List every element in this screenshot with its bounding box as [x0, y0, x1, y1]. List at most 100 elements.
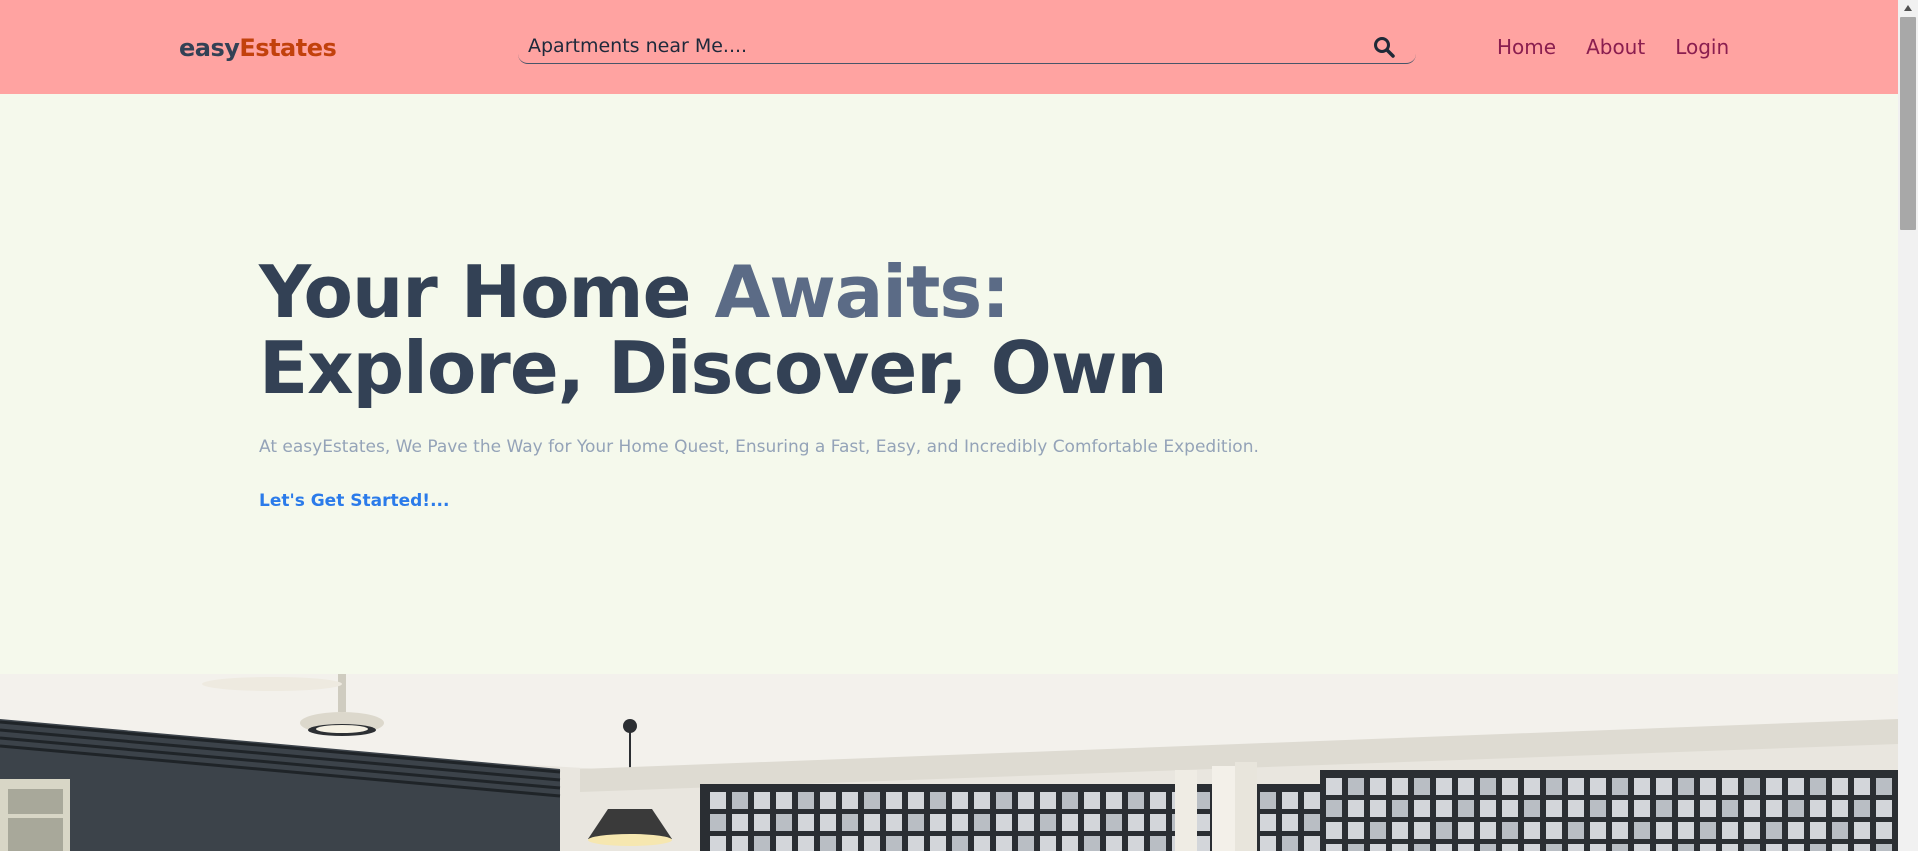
- window-pane: [1766, 778, 1782, 795]
- window-pane: [1744, 822, 1760, 839]
- window-pane: [1634, 822, 1650, 839]
- scroll-up-arrow-icon[interactable]: [1898, 0, 1918, 16]
- window-pane: [1854, 778, 1870, 795]
- window-pane: [1260, 792, 1276, 809]
- window-pane: [1392, 822, 1408, 839]
- window-pane: [1480, 822, 1496, 839]
- window-pane: [1568, 778, 1584, 795]
- window-pane: [754, 792, 770, 809]
- hero-title-part1: Your Home: [259, 250, 715, 334]
- window-pane: [1480, 778, 1496, 795]
- search-input[interactable]: [528, 32, 1348, 60]
- window-pane: [930, 792, 946, 809]
- search-button[interactable]: [1370, 33, 1398, 61]
- window-pane: [1106, 836, 1122, 851]
- window-pane: [1018, 792, 1034, 809]
- window-pane: [1150, 814, 1166, 831]
- hero-section: Your Home Awaits: Explore, Discover, Own…: [0, 94, 1898, 674]
- window-pane: [1568, 844, 1584, 851]
- window-pane: [1326, 800, 1342, 817]
- window-pane: [1260, 836, 1276, 851]
- window-pane: [1282, 792, 1298, 809]
- window-pane: [1524, 822, 1540, 839]
- get-started-link[interactable]: Let's Get Started!...: [259, 491, 449, 511]
- main-area: easyEstates Home About Login Your Home: [0, 0, 1898, 851]
- window-pane: [1018, 814, 1034, 831]
- window-pane: [1722, 778, 1738, 795]
- nav-link-home[interactable]: Home: [1497, 34, 1556, 60]
- window-pane: [1348, 822, 1364, 839]
- window-pane: [886, 814, 902, 831]
- window-pane: [1678, 844, 1694, 851]
- window-pane: [1788, 800, 1804, 817]
- window-pane: [1876, 822, 1892, 839]
- window-pane: [1062, 836, 1078, 851]
- nav-link-login[interactable]: Login: [1675, 34, 1729, 60]
- window-pane: [864, 792, 880, 809]
- window-pane: [908, 836, 924, 851]
- window-pane: [1348, 778, 1364, 795]
- window-pane: [1106, 814, 1122, 831]
- window-pane: [996, 814, 1012, 831]
- window-pane: [1832, 800, 1848, 817]
- scrollbar-thumb[interactable]: [1900, 17, 1916, 230]
- window-pane: [1348, 844, 1364, 851]
- window-pane: [1524, 844, 1540, 851]
- window-pane: [1678, 822, 1694, 839]
- window-pane: [1744, 778, 1760, 795]
- window-pane: [1084, 814, 1100, 831]
- navbar: easyEstates Home About Login: [0, 0, 1898, 94]
- window-pane: [1612, 778, 1628, 795]
- window-pane: [952, 792, 968, 809]
- window-pane: [1590, 844, 1606, 851]
- window-pane: [1788, 778, 1804, 795]
- window-pane: [1766, 822, 1782, 839]
- window-pane: [1832, 778, 1848, 795]
- window-pane: [1656, 778, 1672, 795]
- window-pane: [1436, 822, 1452, 839]
- window-pane: [1524, 800, 1540, 817]
- window-pane: [1326, 778, 1342, 795]
- brand-logo[interactable]: easyEstates: [179, 32, 337, 64]
- window-pane: [1766, 800, 1782, 817]
- window-pane: [776, 814, 792, 831]
- window-pane: [1832, 844, 1848, 851]
- window-pane: [1854, 822, 1870, 839]
- window-pane: [1084, 792, 1100, 809]
- window-pane: [930, 814, 946, 831]
- nav-link-about[interactable]: About: [1586, 34, 1645, 60]
- hero-title-accent: Awaits:: [714, 250, 1010, 334]
- window-pane: [1722, 800, 1738, 817]
- window-pane: [886, 792, 902, 809]
- window-pane: [798, 792, 814, 809]
- window-pane: [1656, 844, 1672, 851]
- window-pane: [1744, 800, 1760, 817]
- window-pane: [1348, 800, 1364, 817]
- window-pane: [996, 792, 1012, 809]
- window-pane: [732, 814, 748, 831]
- window-pane: [842, 792, 858, 809]
- vertical-scrollbar[interactable]: [1898, 0, 1918, 851]
- window-pane: [1370, 778, 1386, 795]
- window-pane: [754, 836, 770, 851]
- window-pane: [1788, 844, 1804, 851]
- window-pane: [864, 814, 880, 831]
- window-pane: [732, 792, 748, 809]
- window-pane: [1304, 836, 1320, 851]
- window-pane: [1370, 800, 1386, 817]
- window-pane: [1414, 844, 1430, 851]
- window-pane: [1656, 822, 1672, 839]
- hero-title: Your Home Awaits: Explore, Discover, Own: [259, 254, 1168, 406]
- window-pane: [1128, 792, 1144, 809]
- window-pane: [1458, 844, 1474, 851]
- window-pane: [1634, 844, 1650, 851]
- window-pane: [1084, 836, 1100, 851]
- window-pane: [1568, 822, 1584, 839]
- window-pane: [1854, 844, 1870, 851]
- window-pane: [1326, 844, 1342, 851]
- window-pane: [1458, 800, 1474, 817]
- window-pane: [1502, 778, 1518, 795]
- window-pane: [1678, 800, 1694, 817]
- window-pane: [1590, 800, 1606, 817]
- window-pane: [1832, 822, 1848, 839]
